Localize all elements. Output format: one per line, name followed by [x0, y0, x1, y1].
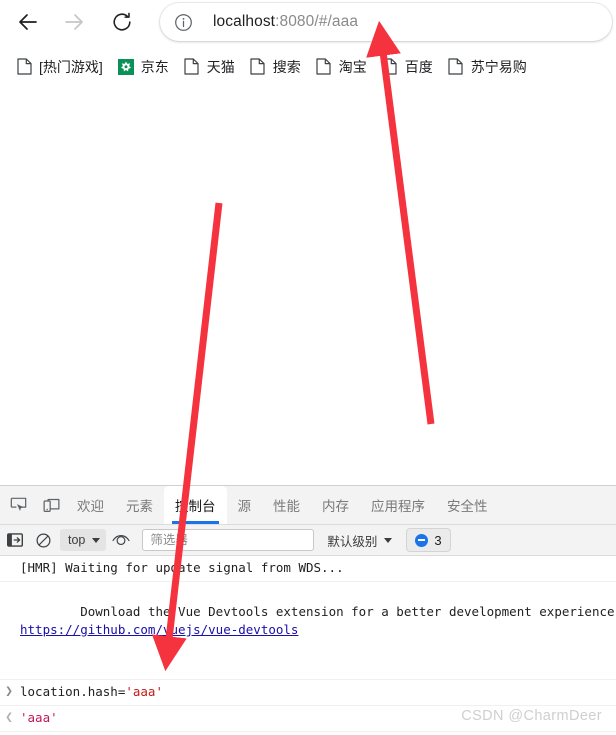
tab-label: 内存 — [322, 499, 349, 514]
tab-label: 源 — [237, 499, 252, 514]
site-info-icon[interactable] — [174, 13, 193, 32]
tab-sources[interactable]: 源 — [227, 486, 263, 524]
bookmark-tmall[interactable]: 天猫 — [178, 52, 240, 82]
log-level-select[interactable]: 默认级别 — [323, 529, 396, 551]
tab-memory[interactable]: 内存 — [311, 486, 360, 524]
bookmark-taobao[interactable]: 淘宝 — [310, 52, 372, 82]
message-count-badge[interactable]: 3 — [406, 528, 451, 552]
message-count: 3 — [434, 532, 442, 548]
watermark: CSDN @CharmDeer — [461, 708, 602, 724]
bookmark-label: [热门游戏] — [39, 58, 103, 75]
page-icon — [381, 58, 399, 76]
bookmark-baidu[interactable]: 百度 — [376, 52, 438, 82]
console-input-gutter-icon: ❯ — [5, 684, 13, 699]
bookmark-label: 百度 — [404, 58, 433, 75]
live-expression-icon[interactable] — [108, 528, 134, 552]
page-icon — [249, 58, 267, 76]
console-row-vue-devtools: Download the Vue Devtools extension for … — [0, 582, 616, 680]
url-path: :8080/#/aaa — [275, 13, 359, 30]
tab-label: 应用程序 — [371, 499, 425, 514]
console-result-value: 'aaa' — [20, 710, 58, 725]
devtools-tabbar: 欢迎 元素 控制台 源 性能 内存 应用程序 安全性 — [0, 486, 616, 525]
tab-elements[interactable]: 元素 — [115, 486, 164, 524]
bookmark-label: 搜索 — [272, 58, 301, 75]
bookmark-label: 天猫 — [206, 58, 235, 75]
console-output-gutter-icon: ❮ — [5, 710, 13, 725]
page-content-area — [0, 89, 616, 485]
tab-label: 性能 — [273, 499, 300, 514]
url-text: localhost:8080/#/aaa — [213, 13, 358, 31]
page-icon — [447, 58, 465, 76]
tab-label: 安全性 — [447, 499, 488, 514]
bookmark-search[interactable]: 搜索 — [244, 52, 306, 82]
jd-star-icon — [117, 58, 135, 76]
tab-security[interactable]: 安全性 — [436, 486, 499, 524]
console-expression-identifier: location.hash= — [20, 684, 126, 699]
filter-input[interactable] — [142, 529, 315, 551]
console-message-group: Download the Vue Devtools extension for … — [18, 585, 616, 675]
chevron-down-icon — [384, 537, 393, 543]
console-toolbar: top 默认级别 3 — [0, 525, 616, 556]
back-button[interactable] — [8, 2, 48, 42]
address-bar[interactable]: localhost:8080/#/aaa — [160, 3, 612, 41]
console-message: [HMR] Waiting for update signal from WDS… — [20, 560, 344, 575]
bookmark-label: 淘宝 — [338, 58, 367, 75]
console-expression-string: 'aaa' — [125, 684, 163, 699]
page-icon — [183, 58, 201, 76]
console-row-input: ❯ location.hash='aaa' — [0, 680, 616, 706]
console-input-expression: location.hash='aaa' — [18, 683, 163, 701]
console-sidebar-icon[interactable] — [2, 528, 28, 552]
tab-performance[interactable]: 性能 — [262, 486, 311, 524]
tab-label: 元素 — [126, 499, 153, 514]
tab-label: 欢迎 — [77, 499, 104, 514]
url-host: localhost — [213, 13, 276, 30]
tab-label: 控制台 — [175, 499, 216, 514]
inspect-element-icon[interactable] — [3, 491, 33, 519]
info-bubble-icon — [415, 533, 429, 547]
console-row-hmr: [HMR] Waiting for update signal from WDS… — [0, 556, 616, 582]
console-message: Download the Vue Devtools extension for … — [80, 604, 616, 619]
reload-button[interactable] — [102, 2, 142, 42]
devtools-panel: 欢迎 元素 控制台 源 性能 内存 应用程序 安全性 top 筛选器 默认级别 … — [0, 485, 616, 735]
browser-toolbar: localhost:8080/#/aaa — [0, 0, 616, 44]
page-icon — [15, 58, 33, 76]
bookmark-label: 京东 — [140, 58, 169, 75]
bookmark-label: 苏宁易购 — [470, 58, 527, 75]
execution-context-value: top — [68, 533, 86, 547]
chevron-down-icon — [92, 537, 101, 543]
tab-console[interactable]: 控制台 — [164, 486, 227, 524]
tab-application[interactable]: 应用程序 — [360, 486, 436, 524]
bookmark-hot-games[interactable]: [热门游戏] — [10, 52, 108, 82]
bookmark-jingdong[interactable]: 京东 — [112, 52, 174, 82]
clear-console-icon[interactable] — [30, 528, 56, 552]
tab-welcome[interactable]: 欢迎 — [66, 486, 115, 524]
execution-context-select[interactable]: top — [60, 529, 107, 551]
device-toolbar-icon[interactable] — [36, 491, 66, 519]
forward-button[interactable] — [54, 2, 94, 42]
log-level-value: 默认级别 — [327, 534, 378, 549]
page-icon — [315, 58, 333, 76]
console-link[interactable]: https://github.com/vuejs/vue-devtools — [20, 621, 616, 639]
bookmarks-bar: [热门游戏] 京东 天猫 搜索 淘宝 百度 苏宁易购 — [0, 44, 616, 90]
bookmark-suning[interactable]: 苏宁易购 — [442, 52, 532, 82]
